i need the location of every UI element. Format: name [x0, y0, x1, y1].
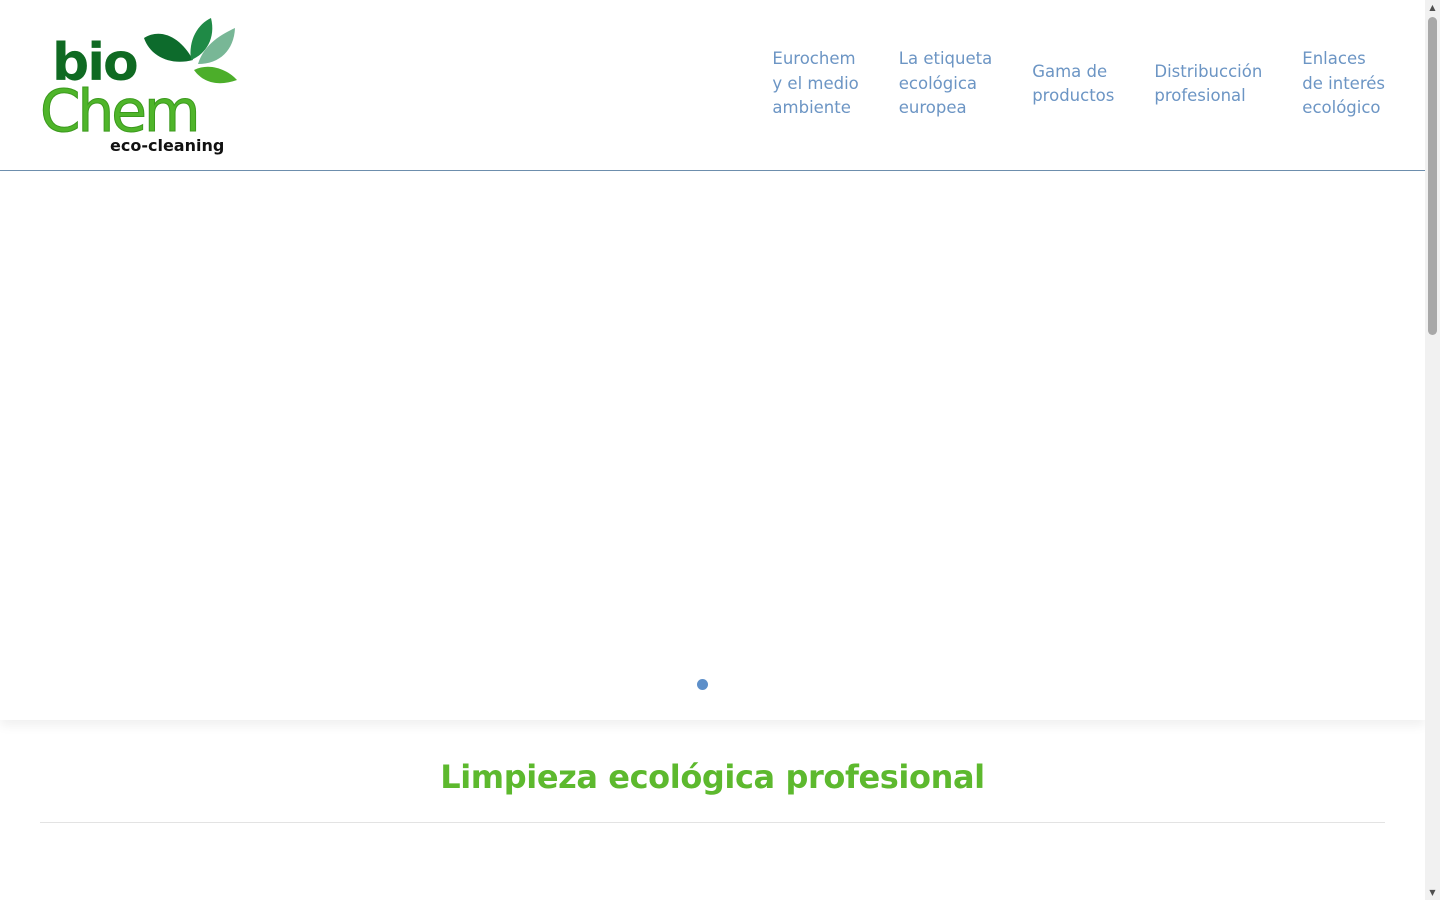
hero-slider [0, 172, 1425, 720]
title-divider [40, 822, 1385, 823]
nav-eurochem-medio-ambiente[interactable]: Eurochem y el medio ambiente [772, 47, 858, 121]
biochem-logo[interactable]: bio Chem eco-cleaning [38, 14, 243, 160]
leaves-icon [144, 18, 237, 84]
scrollbar-thumb[interactable] [1428, 17, 1437, 335]
scroll-down-icon[interactable]: ▼ [1425, 885, 1440, 900]
logo-graphic: bio Chem eco-cleaning [40, 18, 237, 155]
site-header: bio Chem eco-cleaning Eurochem y el medi… [0, 0, 1425, 171]
nav-enlaces-ecologicos[interactable]: Enlaces de interés ecológico [1302, 47, 1385, 121]
main-nav: Eurochem y el medio ambiente La etiqueta… [772, 44, 1385, 124]
nav-gama-productos[interactable]: Gama de productos [1032, 60, 1114, 109]
logo-word-chem: Chem [40, 77, 197, 145]
slider-dot-active[interactable] [697, 679, 708, 690]
page-title: Limpieza ecológica profesional [440, 758, 985, 796]
nav-etiqueta-ecologica[interactable]: La etiqueta ecológica europea [899, 47, 992, 121]
logo-tagline: eco-cleaning [110, 136, 224, 155]
scroll-up-icon[interactable]: ▲ [1425, 0, 1440, 15]
vertical-scrollbar[interactable]: ▲ ▼ [1425, 0, 1440, 900]
page: bio Chem eco-cleaning Eurochem y el medi… [0, 0, 1440, 900]
nav-distribucion-profesional[interactable]: Distribucción profesional [1154, 60, 1262, 109]
